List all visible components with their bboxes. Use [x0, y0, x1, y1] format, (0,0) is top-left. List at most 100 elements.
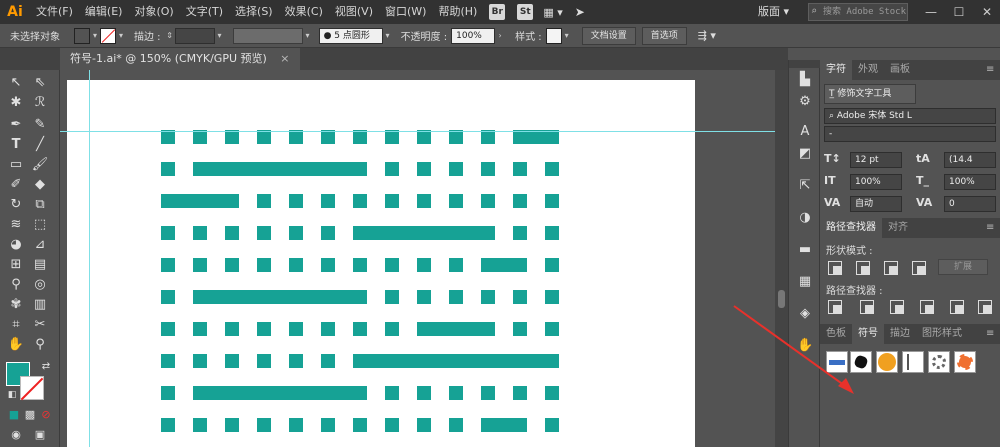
symbol-swatch-orb[interactable] — [876, 351, 898, 373]
gpu-performance-icon[interactable]: ➤ — [575, 5, 585, 19]
pattern-square[interactable] — [545, 290, 559, 304]
tab-align[interactable]: 对齐 — [882, 218, 914, 238]
pattern-bar[interactable] — [193, 290, 367, 304]
pattern-square[interactable] — [193, 226, 207, 240]
pattern-bar[interactable] — [161, 194, 239, 208]
chevron-down-icon[interactable]: ▾ — [383, 28, 393, 44]
pattern-square[interactable] — [385, 290, 399, 304]
pattern-square[interactable] — [161, 322, 175, 336]
pattern-square[interactable] — [257, 418, 271, 432]
chevron-down-icon[interactable]: ▾ — [215, 28, 225, 44]
menu-file[interactable]: 文件(F) — [30, 0, 79, 24]
pattern-square[interactable] — [545, 258, 559, 272]
pattern-square[interactable] — [161, 418, 175, 432]
symbol-sprayer-icon[interactable]: ✾ — [6, 296, 26, 314]
canvas[interactable] — [60, 70, 775, 447]
eraser-icon[interactable]: ◆ — [30, 176, 50, 194]
rectangle-tool-icon[interactable]: ▭ — [6, 156, 26, 174]
export-icon[interactable]: ⇱ — [797, 178, 813, 194]
pattern-square[interactable] — [257, 130, 271, 144]
pattern-square[interactable] — [449, 258, 463, 272]
pattern-square[interactable] — [321, 322, 335, 336]
horizontal-guide[interactable] — [60, 131, 775, 132]
paintbrush-icon[interactable]: 🖌 — [30, 156, 50, 174]
vertical-scale-field[interactable]: 100% — [850, 174, 902, 190]
document-tab[interactable]: 符号-1.ai* @ 150% (CMYK/GPU 预览) × — [60, 48, 300, 70]
maximize-icon[interactable]: ☐ — [948, 3, 970, 21]
bridge-button[interactable]: Br — [489, 4, 506, 20]
pattern-square[interactable] — [417, 194, 431, 208]
document-setup-button[interactable]: 文档设置 — [581, 26, 636, 45]
shaper-icon[interactable]: ✐ — [6, 176, 26, 194]
pattern-square[interactable] — [161, 162, 175, 176]
pattern-bar[interactable] — [417, 322, 495, 336]
pattern-square[interactable] — [225, 226, 239, 240]
pattern-square[interactable] — [161, 226, 175, 240]
screen-mode-icon[interactable]: ▣ — [30, 426, 50, 444]
pattern-square[interactable] — [225, 322, 239, 336]
chevron-down-icon[interactable]: ▾ — [303, 28, 313, 44]
pattern-square[interactable] — [289, 418, 303, 432]
tracking-field[interactable]: 0 — [944, 196, 996, 212]
pattern-square[interactable] — [417, 130, 431, 144]
stroke-weight-field[interactable] — [174, 27, 215, 44]
opacity-label[interactable]: 不透明度 : — [401, 28, 448, 43]
stroke-color-box[interactable] — [20, 376, 44, 400]
menu-select[interactable]: 选择(S) — [229, 0, 279, 24]
opacity-field[interactable]: 100% — [451, 27, 496, 44]
pattern-square[interactable] — [545, 226, 559, 240]
vertical-guide[interactable] — [89, 70, 90, 447]
pattern-square[interactable] — [449, 290, 463, 304]
menu-effect[interactable]: 效果(C) — [279, 0, 329, 24]
hand-icon[interactable]: ✋ — [6, 336, 26, 354]
variable-width-profile[interactable] — [232, 27, 303, 44]
eyedropper-icon[interactable]: ⚲ — [6, 276, 26, 294]
tab-appearance[interactable]: 外观 — [852, 60, 884, 80]
chevron-down-icon[interactable]: ▾ — [90, 28, 100, 44]
stepper-icon[interactable]: ⇕ — [165, 28, 175, 44]
panel-menu-icon[interactable]: ≡ — [986, 328, 996, 340]
pattern-square[interactable] — [257, 194, 271, 208]
pattern-square[interactable] — [193, 258, 207, 272]
pattern-square[interactable] — [321, 194, 335, 208]
pattern-square[interactable] — [545, 322, 559, 336]
crop-icon[interactable] — [920, 300, 934, 314]
pattern-square[interactable] — [225, 354, 239, 368]
artboard[interactable] — [67, 80, 695, 447]
pattern-square[interactable] — [481, 130, 495, 144]
pattern-square[interactable] — [353, 194, 367, 208]
scale-icon[interactable]: ⧉ — [30, 196, 50, 214]
pattern-square[interactable] — [321, 418, 335, 432]
chevron-down-icon[interactable]: ▾ — [562, 28, 572, 44]
pattern-square[interactable] — [289, 322, 303, 336]
pattern-square[interactable] — [289, 130, 303, 144]
symbol-swatch-flower[interactable] — [954, 351, 976, 373]
symbol-swatch-frame[interactable] — [902, 351, 924, 373]
blend-icon[interactable]: ◎ — [30, 276, 50, 294]
brushes-icon[interactable] — [797, 274, 813, 290]
pattern-square[interactable] — [513, 162, 527, 176]
pattern-square[interactable] — [353, 322, 367, 336]
pattern-square[interactable] — [289, 194, 303, 208]
pattern-square[interactable] — [385, 194, 399, 208]
pattern-square[interactable] — [481, 162, 495, 176]
pattern-square[interactable] — [513, 386, 527, 400]
graph-icon[interactable]: ▥ — [30, 296, 50, 314]
pattern-square[interactable] — [449, 418, 463, 432]
pattern-square[interactable] — [289, 226, 303, 240]
selection-tool-icon[interactable]: ↖ — [6, 74, 26, 92]
preferences-button[interactable]: 首选项 — [641, 26, 687, 45]
tab-character[interactable]: 字符 — [820, 60, 852, 80]
pattern-square[interactable] — [545, 418, 559, 432]
pattern-square[interactable] — [193, 130, 207, 144]
exclude-icon[interactable] — [912, 261, 926, 275]
pattern-square[interactable] — [225, 130, 239, 144]
transparency-icon[interactable]: ◑ — [797, 210, 813, 226]
pattern-square[interactable] — [193, 322, 207, 336]
menu-view[interactable]: 视图(V) — [329, 0, 379, 24]
pattern-square[interactable] — [257, 354, 271, 368]
pattern-square[interactable] — [513, 290, 527, 304]
pattern-square[interactable] — [417, 162, 431, 176]
panel-menu-icon[interactable]: ≡ — [986, 64, 996, 76]
leading-field[interactable]: (14.4 — [944, 152, 996, 168]
